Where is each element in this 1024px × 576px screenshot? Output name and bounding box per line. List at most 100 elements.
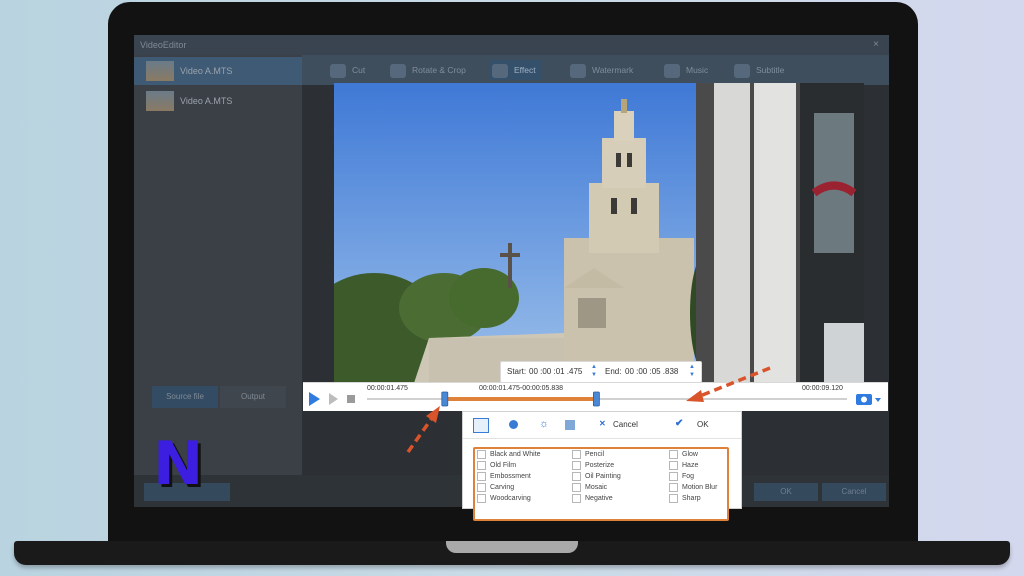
checkbox[interactable] xyxy=(477,460,486,470)
ok-button-bottom[interactable]: OK xyxy=(754,483,818,501)
watermark-icon xyxy=(570,63,586,78)
cancel-button-bottom[interactable]: Cancel xyxy=(822,483,886,501)
checkbox[interactable] xyxy=(572,471,581,481)
effect-option[interactable]: Fog xyxy=(669,471,694,482)
effect-option[interactable]: Mosaic xyxy=(572,482,607,493)
effect-option[interactable]: Old Film xyxy=(477,460,516,471)
file-item[interactable]: Video A.MTS xyxy=(134,87,302,115)
start-handle[interactable] xyxy=(441,391,449,407)
tab-subtitle[interactable]: Subtitle xyxy=(734,60,784,80)
effect-label: Embossment xyxy=(490,473,531,480)
effects-ok-button[interactable]: OK xyxy=(697,420,709,429)
tab-music[interactable]: Music xyxy=(664,60,708,80)
checkbox[interactable] xyxy=(669,460,678,470)
rotate-crop-icon xyxy=(390,63,406,78)
tab-label: Watermark xyxy=(592,65,634,75)
effect-option[interactable]: Carving xyxy=(477,482,514,493)
checkbox[interactable] xyxy=(572,460,581,470)
effect-label: Black and White xyxy=(490,451,541,458)
start-time-field[interactable]: 00 :00 :01 .475 xyxy=(529,362,582,382)
trim-controls xyxy=(309,391,881,407)
file-name: Video A.MTS xyxy=(180,96,233,106)
effect-label: Motion Blur xyxy=(682,484,718,491)
laptop-base xyxy=(14,541,1010,565)
trim-time-box: Start: 00 :00 :01 .475 ▲ ▼ End: 00 :00 :0… xyxy=(500,361,702,383)
play-icon[interactable] xyxy=(309,392,320,406)
effect-option[interactable]: Woodcarving xyxy=(477,493,531,504)
tab-cut[interactable]: Cut xyxy=(330,60,365,80)
brand-logo-n: N N xyxy=(153,435,206,495)
cut-icon xyxy=(330,63,346,78)
checkbox[interactable] xyxy=(669,471,678,481)
effect-label: Negative xyxy=(585,495,613,502)
filter-magic-icon[interactable] xyxy=(473,418,489,433)
effects-cancel-button[interactable]: Cancel xyxy=(613,420,638,429)
brightness-icon[interactable]: ☼ xyxy=(539,418,549,430)
tab-output[interactable]: Output xyxy=(220,386,286,408)
effect-option[interactable]: Posterize xyxy=(572,460,614,471)
snapshot-dropdown-icon[interactable] xyxy=(875,398,881,402)
effects-options-grid: Black and White Old Film Embossment Carv… xyxy=(473,447,729,521)
effect-label: Carving xyxy=(490,484,515,491)
checkbox[interactable] xyxy=(477,471,486,481)
tab-watermark[interactable]: Watermark xyxy=(570,60,633,80)
checkbox[interactable] xyxy=(572,449,581,459)
close-icon[interactable]: × xyxy=(873,35,879,55)
checkbox[interactable] xyxy=(572,493,581,503)
selected-range xyxy=(444,397,597,401)
effect-label: Haze xyxy=(682,462,699,469)
effect-option[interactable]: Haze xyxy=(669,460,698,471)
effect-option[interactable]: Black and White xyxy=(477,449,541,460)
checkbox[interactable] xyxy=(477,449,486,459)
tab-rotate-crop[interactable]: Rotate & Crop xyxy=(390,60,466,80)
end-spin-icon[interactable]: ▲ ▼ xyxy=(689,363,695,379)
effect-label: Oil Painting xyxy=(585,473,621,480)
video-preview xyxy=(334,83,864,383)
checkbox[interactable] xyxy=(669,482,678,492)
snapshot-icon[interactable] xyxy=(856,394,872,405)
effect-option[interactable]: Pencil xyxy=(572,449,604,460)
tab-label: Cut xyxy=(352,65,366,75)
effect-label: Pencil xyxy=(585,451,605,458)
contrast-icon[interactable] xyxy=(509,420,518,429)
tab-label: Music xyxy=(686,65,709,75)
laptop-hinge-notch xyxy=(446,541,578,553)
checkbox[interactable] xyxy=(669,449,678,459)
subtitle-icon xyxy=(734,63,750,78)
end-label: End: xyxy=(605,367,622,376)
stop-icon[interactable] xyxy=(347,395,355,403)
end-handle[interactable] xyxy=(592,391,600,407)
tab-source-file[interactable]: Source file xyxy=(152,386,218,408)
saturation-icon[interactable] xyxy=(565,420,575,430)
next-frame-icon[interactable] xyxy=(329,393,338,405)
checkbox[interactable] xyxy=(669,493,678,503)
logo-letter: N xyxy=(153,435,203,495)
checkbox[interactable] xyxy=(572,482,581,492)
ok-check-icon: ✔ xyxy=(675,418,684,429)
edit-toolbar: Cut Rotate & Crop Effect Watermark Music… xyxy=(302,55,889,85)
effect-label: Posterize xyxy=(585,462,615,469)
checkbox[interactable] xyxy=(477,482,486,492)
effects-toolbar: ☼ ✕ Cancel ✔ OK xyxy=(463,412,741,439)
video-thumbnail xyxy=(146,61,174,81)
start-spin-icon[interactable]: ▲ ▼ xyxy=(591,363,597,379)
timeline-track[interactable] xyxy=(367,398,847,400)
effect-option[interactable]: Motion Blur xyxy=(669,482,717,493)
end-time-field[interactable]: 00 :00 :05 .838 xyxy=(625,362,678,382)
effect-option[interactable]: Negative xyxy=(572,493,613,504)
video-frame-image xyxy=(334,83,864,383)
checkbox[interactable] xyxy=(477,493,486,503)
app-titlebar: VideoEditor × xyxy=(134,35,889,55)
tab-effect[interactable]: Effect xyxy=(490,60,542,80)
effect-option[interactable]: Glow xyxy=(669,449,698,460)
effect-label: Glow xyxy=(682,451,698,458)
app-title: VideoEditor xyxy=(140,40,187,50)
effect-label: Mosaic xyxy=(585,484,608,491)
effect-label: Old Film xyxy=(490,462,517,469)
effect-option[interactable]: Embossment xyxy=(477,471,531,482)
effect-option[interactable]: Sharp xyxy=(669,493,701,504)
file-name: Video A.MTS xyxy=(180,66,233,76)
effect-option[interactable]: Oil Painting xyxy=(572,471,621,482)
video-thumbnail xyxy=(146,91,174,111)
file-item[interactable]: Video A.MTS xyxy=(134,57,302,85)
